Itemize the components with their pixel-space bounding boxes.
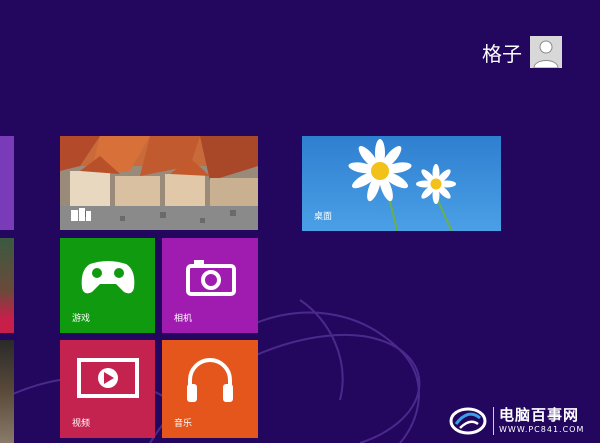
photo-album-icon [71, 208, 91, 221]
headphones-icon [187, 358, 233, 402]
user-silhouette-icon [530, 36, 562, 68]
tile-video[interactable]: 视频 [60, 340, 155, 438]
tile-music[interactable]: 音乐 [162, 340, 258, 438]
pc841-logo-icon [448, 404, 488, 438]
watermark-url: WWW.PC841.COM [499, 424, 585, 434]
video-play-icon [77, 358, 139, 398]
tile-label-desktop: 桌面 [314, 212, 333, 222]
watermark-title: 电脑百事网 [499, 405, 580, 424]
tile-label-games: 游戏 [72, 314, 91, 324]
watermark-separator [493, 406, 494, 435]
tile-label-camera: 相机 [174, 314, 193, 324]
left-tile-middle[interactable] [0, 238, 14, 333]
tile-label-video: 视频 [72, 419, 91, 429]
camera-icon [186, 260, 236, 296]
user-account[interactable]: 格子 [482, 36, 562, 68]
user-name: 格子 [482, 41, 522, 66]
left-tile-bottom[interactable] [0, 340, 14, 443]
tile-desktop[interactable]: 桌面 [302, 136, 501, 231]
watermark: 电脑百事网 WWW.PC841.COM [448, 398, 600, 443]
tile-label-music: 音乐 [174, 419, 193, 429]
xbox-controller-icon [81, 261, 135, 294]
tile-photos[interactable] [60, 136, 258, 230]
left-tile-top[interactable] [0, 136, 14, 230]
tile-games[interactable]: 游戏 [60, 238, 155, 333]
tile-camera[interactable]: 相机 [162, 238, 258, 333]
